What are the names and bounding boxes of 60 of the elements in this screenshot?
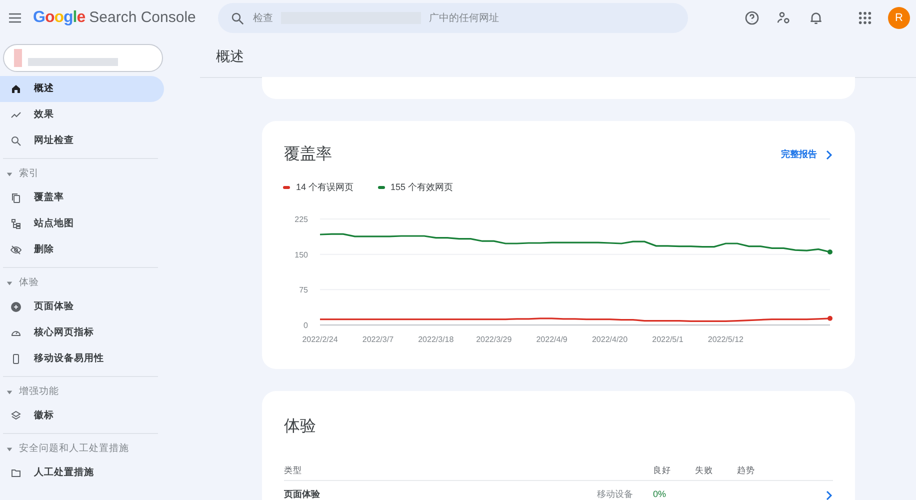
y-tick-label: 225 (294, 214, 308, 224)
nav-item[interactable]: 徽标 (0, 403, 164, 429)
x-tick-label: 2022/2/24 (302, 334, 338, 344)
column-header: 类型 (284, 464, 303, 477)
y-tick-label: 75 (299, 285, 308, 294)
folder-icon (10, 467, 22, 479)
apps-grid-icon[interactable] (858, 11, 872, 25)
column-header: 失败 (695, 464, 714, 477)
home-icon (10, 83, 22, 95)
table-cell-text: 0% (653, 488, 668, 500)
chevron-icon[interactable] (825, 150, 833, 160)
full-report-link[interactable]: 完整报告 (781, 148, 833, 162)
x-tick-label: 2022/3/18 (418, 334, 454, 344)
help-icon[interactable] (744, 10, 760, 26)
nav-item[interactable]: 人工处置措施 (0, 460, 164, 486)
legend-label: 14 个有误网页 (296, 181, 354, 194)
sitemap-icon (10, 218, 22, 230)
copy-icon (10, 192, 22, 204)
page-title: 概述 (216, 47, 244, 66)
nav-item[interactable]: 效果 (0, 102, 164, 128)
phone-icon (10, 353, 22, 365)
x-tick-label: 2022/5/12 (708, 334, 744, 344)
nav-item[interactable]: 核心网页指标 (0, 320, 164, 346)
table-cell: 页面体验 (284, 488, 320, 500)
legend-label: 155 个有效网页 (390, 181, 454, 194)
card-title: 覆盖率 (284, 144, 332, 165)
bell-icon[interactable] (808, 10, 824, 26)
search-icon (10, 135, 22, 147)
nav-item[interactable]: 覆盖率 (0, 185, 164, 211)
y-tick-label: 150 (294, 250, 308, 259)
x-tick-label: 2022/3/7 (362, 334, 394, 344)
x-tick-label: 2022/3/29 (476, 334, 512, 344)
caret-icon[interactable] (6, 170, 13, 178)
logo-wordmark: Google (33, 8, 86, 28)
nav-item[interactable]: 删除 (0, 237, 164, 263)
table-cell: 移动设备 (597, 488, 633, 500)
people-settings-icon[interactable] (776, 10, 792, 26)
end-point (828, 248, 832, 254)
column-header: 良好 (653, 464, 672, 477)
layers-icon (10, 410, 22, 422)
chevron-icon[interactable] (825, 490, 833, 500)
end-point (828, 315, 832, 320)
caret-icon[interactable] (6, 446, 13, 452)
x-tick-label: 2022/4/20 (592, 334, 628, 344)
nav-item[interactable]: 页面体验 (0, 294, 164, 320)
nav-item[interactable]: 网址检查 (0, 128, 164, 154)
plus-circle-icon (10, 301, 22, 313)
nav-item[interactable]: 移动设备易用性 (0, 346, 164, 372)
nav-item[interactable]: 站点地图 (0, 211, 164, 237)
y-tick-label: 0 (304, 320, 308, 330)
x-tick-label: 2022/4/9 (536, 334, 568, 344)
caret-icon[interactable] (6, 388, 13, 396)
eye-off-icon (10, 244, 22, 256)
column-header: 趋势 (737, 464, 756, 477)
search-icon (230, 10, 245, 26)
nav-item[interactable]: 概述 (0, 76, 164, 102)
product-name: Search Console (89, 8, 196, 28)
x-tick-label: 2022/5/1 (652, 334, 684, 344)
card-title: 体验 (284, 417, 317, 437)
caret-icon[interactable] (6, 280, 13, 286)
